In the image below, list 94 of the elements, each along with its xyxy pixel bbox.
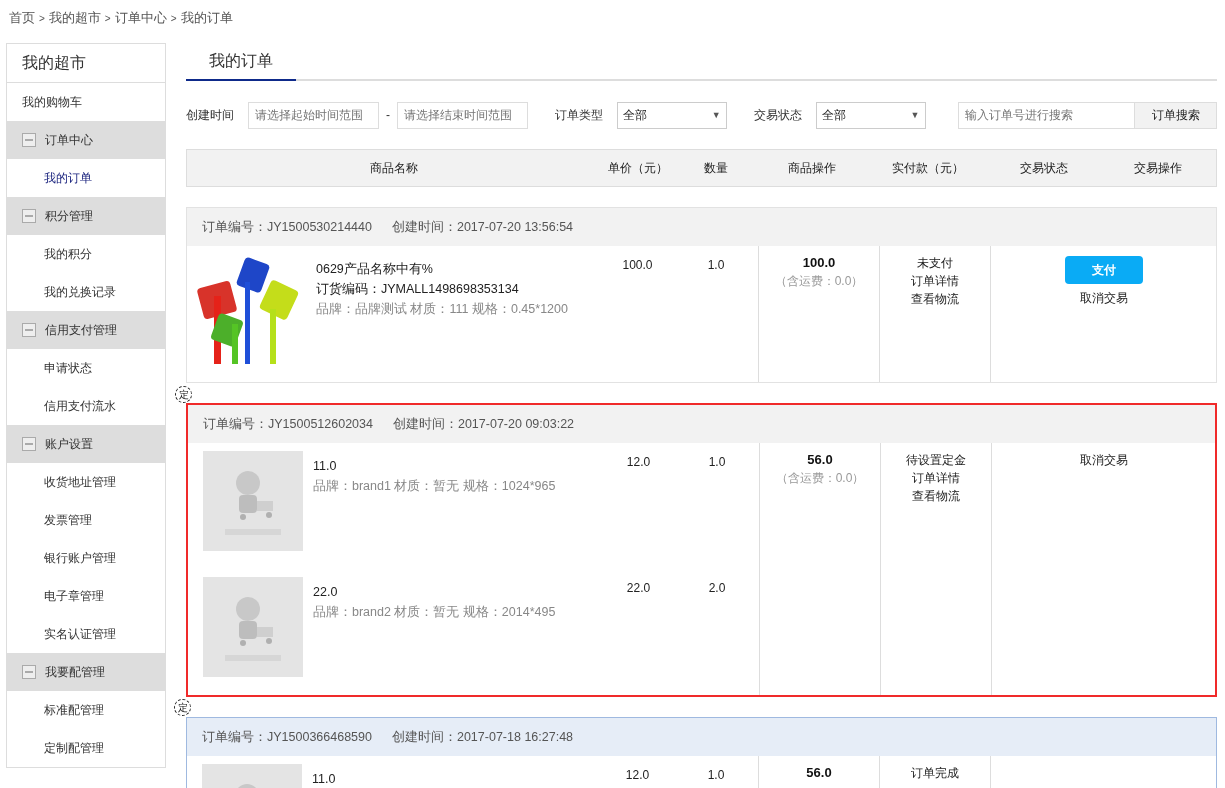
filter-label: 交易状态 xyxy=(753,106,802,124)
product-name[interactable]: 22.0 xyxy=(313,585,556,599)
filter-label: 订单类型 xyxy=(555,106,603,124)
order-type-dropdown[interactable]: 全部 ▼ xyxy=(617,101,727,129)
breadcrumb-link[interactable]: 我的订单 xyxy=(180,9,233,27)
sidebar-group-header[interactable]: 积分管理 xyxy=(7,197,165,235)
product-name[interactable]: 11.0 xyxy=(312,772,336,786)
breadcrumb-link[interactable]: 首页 xyxy=(9,9,35,27)
breadcrumb-link[interactable]: 我的超市 xyxy=(48,9,101,27)
product-spec: 品牌：brand1 材质：暂无 规格：1024*965 xyxy=(313,479,556,493)
column-header: 单价（元） xyxy=(606,159,669,177)
breadcrumb-separator: > xyxy=(104,13,111,24)
sidebar-item[interactable]: 信用支付流水 xyxy=(7,387,165,425)
order-status-text: 查看物流 xyxy=(911,292,959,306)
product-name[interactable]: 11.0 xyxy=(313,459,556,473)
search-field[interactable]: 输入订单号进行搜索 xyxy=(957,101,1136,129)
sidebar-item[interactable]: 我的积分 xyxy=(7,235,165,273)
range-dash: - xyxy=(386,108,390,122)
sidebar-item[interactable]: 银行账户管理 xyxy=(7,539,165,577)
end-date-field[interactable]: 请选择结束时间范围 xyxy=(397,101,528,129)
sidebar-group-label: 账户设置 xyxy=(45,435,93,453)
quantity: 1.0 xyxy=(707,454,727,471)
sidebar-item[interactable]: 收货地址管理 xyxy=(7,463,165,501)
column-header: 交易操作 xyxy=(1132,159,1183,177)
sidebar-item[interactable]: 我的购物车 xyxy=(7,83,165,121)
breadcrumb-separator: > xyxy=(39,13,45,24)
order-status-text: 订单完成 xyxy=(911,766,959,780)
sidebar-item[interactable]: 标准配管理 xyxy=(7,691,165,729)
order-status-text: 待设置定金 xyxy=(906,453,966,467)
paid-amount: 100.0 xyxy=(802,256,836,270)
custom-badge: 定 xyxy=(174,699,191,716)
product-code: 订货编码：JYMALL1498698353134 xyxy=(316,282,520,296)
shipping-note: （含运费：0.0） xyxy=(774,274,864,288)
sidebar-item[interactable]: 定制配管理 xyxy=(7,729,165,767)
tab[interactable]: 我的订单 xyxy=(186,43,296,81)
sidebar-item[interactable]: 我的兑换记录 xyxy=(7,273,165,311)
order-number: 订单编号：JY1500530214440 xyxy=(202,218,372,236)
column-header: 商品名称 xyxy=(368,159,419,177)
caret-icon: ▼ xyxy=(711,110,721,120)
sidebar-group-header[interactable]: 我要配管理 xyxy=(7,653,165,691)
product-name[interactable]: 0629产品名称中有% xyxy=(316,262,568,276)
sidebar-item[interactable]: 发票管理 xyxy=(7,501,165,539)
quantity: 1.0 xyxy=(706,767,726,784)
unit-price: 22.0 xyxy=(625,580,652,597)
column-header: 交易状态 xyxy=(1018,159,1069,177)
breadcrumb-link[interactable]: 订单中心 xyxy=(114,9,167,27)
sidebar-title: 我的超市 xyxy=(7,44,165,83)
column-header: 数量 xyxy=(703,159,729,177)
shipping-note: （含运费：0.0） xyxy=(775,471,865,485)
sidebar-group-header[interactable]: 账户设置 xyxy=(7,425,165,463)
unit-price: 100.0 xyxy=(621,257,654,274)
start-date-field[interactable]: 请选择起始时间范围 xyxy=(248,101,379,129)
order-status-text: 查看物流 xyxy=(912,489,960,503)
order-time: 创建时间：2017-07-20 13:56:54 xyxy=(391,218,574,236)
unit-price: 12.0 xyxy=(625,454,652,471)
sidebar-item[interactable]: 实名认证管理 xyxy=(7,615,165,653)
breadcrumb-separator: > xyxy=(170,13,177,24)
collapse-icon[interactable] xyxy=(22,209,36,223)
quantity: 2.0 xyxy=(707,580,727,597)
column-header: 实付款（元） xyxy=(890,159,965,177)
column-header: 商品操作 xyxy=(787,159,837,177)
order-time: 创建时间：2017-07-18 16:27:48 xyxy=(391,728,574,746)
sidebar-group-label: 我要配管理 xyxy=(45,663,105,681)
collapse-icon[interactable] xyxy=(22,437,36,451)
order-number: 订单编号：JY1500366468590 xyxy=(202,728,372,746)
sidebar-group-label: 信用支付管理 xyxy=(45,321,117,339)
sidebar-group-header[interactable]: 订单中心 xyxy=(7,121,165,159)
product-spec: 品牌：品牌测试 材质：111 规格：0.45*1200 xyxy=(316,302,568,316)
cancel-link[interactable]: 取消交易 xyxy=(1079,453,1128,467)
order-status-text: 未支付 xyxy=(917,256,953,270)
unit-price: 12.0 xyxy=(624,767,651,784)
quantity: 1.0 xyxy=(706,257,726,274)
order-time: 创建时间：2017-07-20 09:03:22 xyxy=(392,415,575,433)
search-button[interactable]: 订单搜索 xyxy=(1135,101,1217,129)
collapse-icon[interactable] xyxy=(22,133,36,147)
sidebar-group-label: 积分管理 xyxy=(45,207,93,225)
sidebar-item[interactable]: 电子章管理 xyxy=(7,577,165,615)
collapse-icon[interactable] xyxy=(22,323,36,337)
product-spec: 品牌：brand2 材质：暂无 规格：2014*495 xyxy=(313,605,556,619)
caret-icon: ▼ xyxy=(910,110,920,120)
cancel-link[interactable]: 取消交易 xyxy=(1079,291,1128,305)
paid-amount: 56.0 xyxy=(806,766,832,780)
sidebar-group-label: 订单中心 xyxy=(45,131,93,149)
custom-badge: 定 xyxy=(175,386,192,403)
collapse-icon[interactable] xyxy=(22,665,36,679)
paid-amount: 56.0 xyxy=(807,453,833,467)
order-status-text: 订单详情 xyxy=(911,274,959,288)
order-number: 订单编号：JY1500512602034 xyxy=(203,415,373,433)
filter-label: 创建时间 xyxy=(186,106,234,124)
sidebar-item[interactable]: 我的订单 xyxy=(7,159,165,197)
sidebar-group-header[interactable]: 信用支付管理 xyxy=(7,311,165,349)
status-dropdown[interactable]: 全部 ▼ xyxy=(815,101,926,129)
order-status-text: 订单详情 xyxy=(912,471,960,485)
sidebar-item[interactable]: 申请状态 xyxy=(7,349,165,387)
